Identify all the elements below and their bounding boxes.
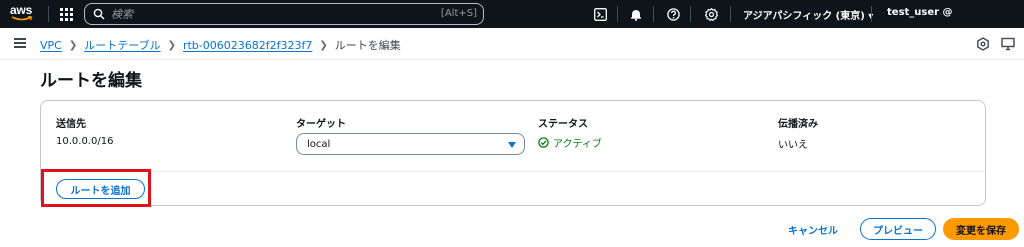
caret-down-icon — [508, 142, 516, 148]
breadcrumb-vpc[interactable]: VPC — [40, 39, 62, 52]
nav-divider — [690, 6, 691, 22]
aws-logo-text: aws — [10, 3, 33, 17]
aws-logo[interactable]: aws — [10, 4, 38, 24]
highlight-annotation — [41, 169, 151, 207]
nav-divider — [617, 6, 618, 22]
column-header-status: ステータス — [538, 119, 588, 130]
notifications-bell-icon[interactable] — [628, 6, 644, 22]
target-select[interactable]: local — [296, 133, 525, 155]
services-grid-icon[interactable] — [58, 6, 74, 22]
menu-hamburger-icon[interactable] — [14, 38, 26, 48]
breadcrumb-current: ルートを編集 — [334, 39, 401, 52]
settings-gear-icon[interactable] — [703, 6, 719, 22]
propagated-cell: いいえ — [778, 140, 808, 151]
aws-smile-icon — [11, 16, 33, 21]
feedback-hexagon-icon[interactable] — [976, 37, 990, 51]
search-box[interactable]: [Alt+S] — [84, 3, 484, 25]
breadcrumb-route-table-id[interactable]: rtb-006023682f2f323f7 — [183, 39, 312, 52]
region-selector[interactable]: アジアパシフィック (東京) ▾ — [743, 7, 873, 22]
search-shortcut-hint: [Alt+S] — [440, 8, 477, 19]
preview-button[interactable]: プレビュー — [860, 218, 936, 240]
chevron-right-icon: ❯ — [68, 39, 78, 51]
search-icon — [93, 8, 105, 20]
cancel-button[interactable]: キャンセル — [781, 218, 845, 240]
breadcrumb-bar: VPC ❯ ルートテーブル ❯ rtb-006023682f2f323f7 ❯ … — [0, 28, 1024, 60]
top-navigation-bar: aws [Alt+S] アジアパシフィック (東京) ▾ test_user @ — [0, 0, 1024, 28]
nav-divider — [653, 6, 654, 22]
cloudshell-icon[interactable] — [592, 6, 608, 22]
column-header-target: ターゲット — [296, 119, 346, 130]
help-icon[interactable] — [665, 6, 681, 22]
search-input[interactable] — [111, 6, 411, 22]
chevron-right-icon: ❯ — [167, 39, 176, 51]
save-changes-button[interactable]: 変更を保存 — [943, 218, 1019, 240]
column-header-propagated: 伝播済み — [778, 119, 818, 130]
status-text: アクティブ — [553, 139, 602, 150]
destination-cell: 10.0.0.0/16 — [56, 136, 114, 147]
breadcrumb: VPC ❯ ルートテーブル ❯ rtb-006023682f2f323f7 ❯ … — [40, 37, 401, 53]
nav-divider — [730, 6, 731, 22]
display-preferences-icon[interactable] — [1001, 37, 1015, 51]
nav-divider — [48, 6, 49, 22]
status-indicator: アクティブ — [538, 135, 602, 150]
panel-divider — [41, 171, 985, 172]
account-menu[interactable]: test_user @ — [887, 7, 953, 18]
nav-divider — [871, 6, 872, 22]
page-title: ルートを編集 — [40, 71, 142, 91]
breadcrumb-route-tables[interactable]: ルートテーブル — [84, 37, 160, 53]
column-header-destination: 送信先 — [56, 119, 86, 130]
chevron-right-icon: ❯ — [319, 39, 328, 51]
status-success-icon — [538, 137, 549, 148]
target-select-value: local — [307, 139, 331, 150]
routes-panel: 送信先 ターゲット ステータス 伝播済み 10.0.0.0/16 local ア… — [40, 100, 986, 206]
